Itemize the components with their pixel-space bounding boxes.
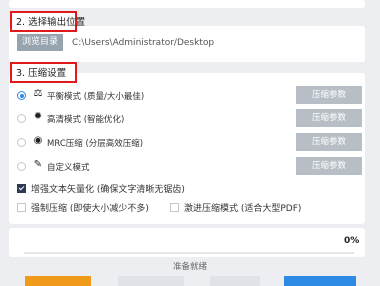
output-path-text: C:\Users\Administrator/Desktop bbox=[72, 38, 215, 48]
input-panel-bottom bbox=[9, 0, 365, 8]
custom-mode-radio[interactable] bbox=[17, 162, 26, 171]
balanced-mode-radio[interactable] bbox=[17, 91, 26, 100]
mrc-mode-label: MRC压缩 (分层高效压缩) bbox=[47, 139, 144, 149]
sparkle-icon: ✹ bbox=[33, 111, 43, 122]
compress-section-label: 3. 压缩设置 bbox=[10, 62, 77, 83]
mrc-mode-radio[interactable] bbox=[17, 138, 26, 147]
pen-icon: ✎ bbox=[33, 159, 43, 170]
mode-row-custom[interactable]: ✎ 自定义模式 压缩参数 bbox=[17, 157, 363, 175]
secondary-button-2[interactable] bbox=[210, 276, 260, 286]
status-text: 准备就绪 bbox=[172, 262, 207, 272]
mode-row-hd[interactable]: ✹ 高清模式 (智能优化) 压缩参数 bbox=[17, 109, 363, 127]
text-vectorize-checkbox[interactable] bbox=[17, 184, 26, 193]
progress-bar bbox=[24, 252, 354, 254]
layers-icon: ◉ bbox=[33, 135, 43, 146]
mode-row-balanced[interactable]: ⚖ 平衡模式 (质量/大小最佳) 压缩参数 bbox=[17, 86, 363, 104]
force-compress-checkbox[interactable] bbox=[17, 203, 26, 212]
aggressive-mode-checkbox[interactable] bbox=[170, 203, 179, 212]
browse-directory-button[interactable]: 浏览目录 bbox=[17, 34, 63, 51]
progress-percent: 0% bbox=[344, 236, 360, 246]
hd-mode-radio[interactable] bbox=[17, 114, 26, 123]
output-section-label: 2. 选择输出位置 bbox=[10, 11, 85, 32]
text-vectorize-label: 增强文本矢量化 (确保文字清晰无锯齿) bbox=[31, 185, 185, 195]
mode-row-mrc[interactable]: ◉ MRC压缩 (分层高效压缩) 压缩参数 bbox=[17, 133, 363, 151]
mrc-params-button[interactable]: 压缩参数 bbox=[296, 133, 362, 151]
start-button[interactable] bbox=[25, 276, 91, 286]
balanced-params-button[interactable]: 压缩参数 bbox=[296, 86, 362, 104]
primary-action-button[interactable] bbox=[284, 276, 356, 286]
balanced-mode-label: 平衡模式 (质量/大小最佳) bbox=[47, 92, 145, 102]
hd-params-button[interactable]: 压缩参数 bbox=[296, 109, 362, 127]
progress-panel bbox=[9, 228, 365, 257]
hd-mode-label: 高清模式 (智能优化) bbox=[47, 115, 125, 125]
custom-mode-label: 自定义模式 bbox=[47, 163, 90, 173]
secondary-button-1[interactable] bbox=[118, 276, 184, 286]
aggressive-mode-label: 激进压缩模式 (适合大型PDF) bbox=[184, 204, 302, 214]
force-compress-label: 强制压缩 (即使大小减少不多) bbox=[31, 204, 149, 214]
balance-icon: ⚖ bbox=[33, 88, 43, 99]
custom-params-button[interactable]: 压缩参数 bbox=[296, 157, 362, 175]
